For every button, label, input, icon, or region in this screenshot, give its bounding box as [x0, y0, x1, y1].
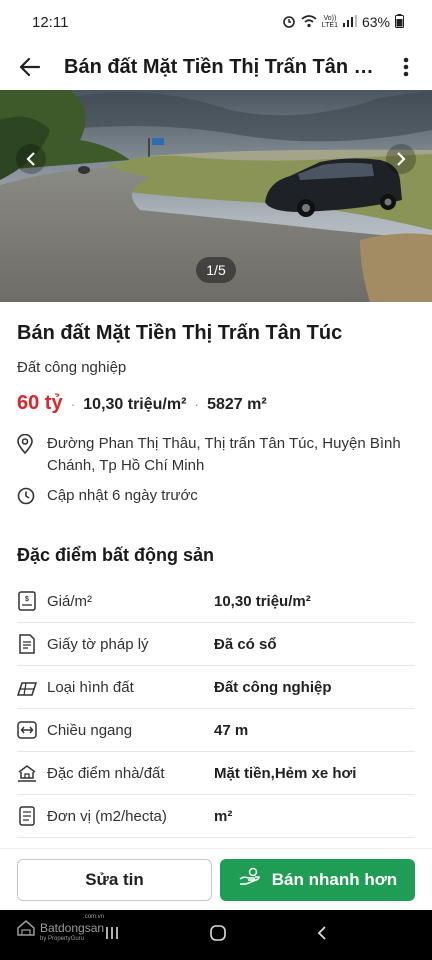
listing-title: Bán đất Mặt Tiền Thị Trấn Tân Túc: [17, 322, 343, 344]
spec-label: Giấy tờ pháp lý: [47, 635, 149, 653]
more-options-button[interactable]: [394, 51, 418, 83]
chevron-left-icon: [26, 152, 35, 166]
updated-text: Cập nhật 6 ngày trước: [47, 487, 198, 504]
chevron-right-icon: [397, 152, 406, 166]
land-type-icon: [17, 678, 37, 696]
spec-row-land-type: Loại hình đất Đất công nghiệp: [17, 666, 415, 709]
battery-icon: [395, 13, 404, 31]
house-features-icon: [17, 764, 37, 782]
page-title: Bán đất Mặt Tiền Thị Trấn Tân Túc: [64, 55, 382, 78]
separator-dot: ·: [194, 396, 200, 412]
network-top: Vo)): [323, 15, 337, 22]
spec-value: 10,30 triệu/m²: [214, 592, 311, 610]
listing-details: Bán đất Mặt Tiền Thị Trấn Tân Túc Đất cô…: [0, 302, 432, 838]
spec-label: Đơn vị (m2/hecta): [47, 807, 167, 825]
spec-value: m²: [214, 807, 233, 825]
bottom-action-bar: Sửa tin Bán nhanh hơn: [0, 848, 432, 910]
listing-category: Đất công nghiệp: [17, 359, 127, 376]
gallery-next-button[interactable]: [386, 144, 416, 174]
legal-document-icon: [17, 634, 37, 654]
spec-value: Mặt tiền,Hẻm xe hơi: [214, 764, 357, 782]
spec-label: Đặc điểm nhà/đất: [47, 764, 165, 782]
gallery-prev-button[interactable]: [16, 144, 46, 174]
network-type: Vo)) LTE1: [322, 15, 338, 29]
alarm-icon: [282, 14, 296, 31]
app-bar: Bán đất Mặt Tiền Thị Trấn Tân Túc: [0, 44, 432, 90]
edit-listing-label: Sửa tin: [85, 869, 144, 889]
status-bar: 12:11 Vo)) LTE1 63%: [0, 0, 432, 44]
status-time: 12:11: [32, 13, 69, 31]
spec-row-unit: Đơn vị (m2/hecta) m²: [17, 795, 415, 838]
brand-text: .com.vn Batdongsan by PropertyGuru: [40, 912, 104, 945]
brand-logo-icon: [16, 918, 36, 939]
price-per-m2: 10,30 triệu/m²: [83, 396, 187, 413]
edit-listing-button[interactable]: Sửa tin: [17, 858, 212, 901]
back-button[interactable]: [14, 51, 46, 83]
hand-money-icon: [238, 867, 262, 892]
wifi-icon: [301, 14, 317, 31]
spec-value: Đã có sổ: [214, 635, 277, 653]
recent-apps-button[interactable]: [104, 925, 120, 946]
specs-table: $ Giá/m² 10,30 triệu/m² Giấy tờ pháp lý …: [17, 580, 415, 838]
price-tag-icon: $: [17, 591, 37, 611]
sell-faster-label: Bán nhanh hơn: [271, 869, 398, 889]
address-line: Đường Phan Thị Thâu, Thị trấn Tân Túc, H…: [17, 433, 415, 477]
photo-gallery[interactable]: 1/5: [0, 90, 432, 302]
brand-by: by PropertyGuru: [40, 936, 85, 942]
recent-apps-icon: [106, 926, 119, 939]
brand-watermark: .com.vn Batdongsan by PropertyGuru: [16, 912, 104, 945]
clock-icon: [17, 485, 37, 507]
spec-row-features: Đặc điểm nhà/đất Mặt tiền,Hẻm xe hơi: [17, 752, 415, 795]
chevron-left-icon: [317, 925, 326, 940]
signal-icon: [342, 14, 357, 30]
battery-percent: 63%: [361, 14, 390, 30]
address-text: Đường Phan Thị Thâu, Thị trấn Tân Túc, H…: [47, 435, 401, 474]
specs-section-title: Đặc điểm bất động sản: [17, 545, 215, 565]
network-bottom: LTE1: [321, 22, 338, 29]
location-pin-icon: [17, 433, 37, 455]
spec-row-legal: Giấy tờ pháp lý Đã có sổ: [17, 623, 415, 666]
unit-icon: [17, 806, 37, 826]
sell-faster-button[interactable]: Bán nhanh hơn: [220, 858, 415, 901]
spec-value: Đất công nghiệp: [214, 678, 332, 696]
brand-name: Batdongsan: [40, 921, 105, 935]
updated-line: Cập nhật 6 ngày trước: [17, 485, 415, 507]
spec-row-width: Chiều ngang 47 m: [17, 709, 415, 752]
spec-row-price-per-m2: $ Giá/m² 10,30 triệu/m²: [17, 580, 415, 623]
spec-label: Chiều ngang: [47, 721, 133, 739]
home-button[interactable]: [209, 924, 227, 947]
separator-dot: ·: [70, 396, 76, 412]
price: 60 tỷ: [17, 392, 63, 414]
spec-label: Loại hình đất: [47, 678, 134, 696]
arrow-left-icon: [19, 57, 41, 77]
more-vertical-icon: [403, 57, 409, 77]
gallery-counter: 1/5: [196, 257, 236, 283]
width-arrows-icon: [17, 721, 37, 739]
svg-text:$: $: [25, 596, 29, 603]
spec-value: 47 m: [214, 721, 249, 739]
system-back-button[interactable]: [316, 925, 328, 946]
spec-label: Giá/m²: [47, 592, 92, 610]
status-icons: Vo)) LTE1 63%: [282, 13, 404, 31]
area: 5827 m²: [207, 396, 267, 413]
section-divider: [0, 525, 432, 533]
price-row: 60 tỷ · 10,30 triệu/m² · 5827 m²: [17, 392, 415, 415]
home-icon: [210, 924, 226, 941]
